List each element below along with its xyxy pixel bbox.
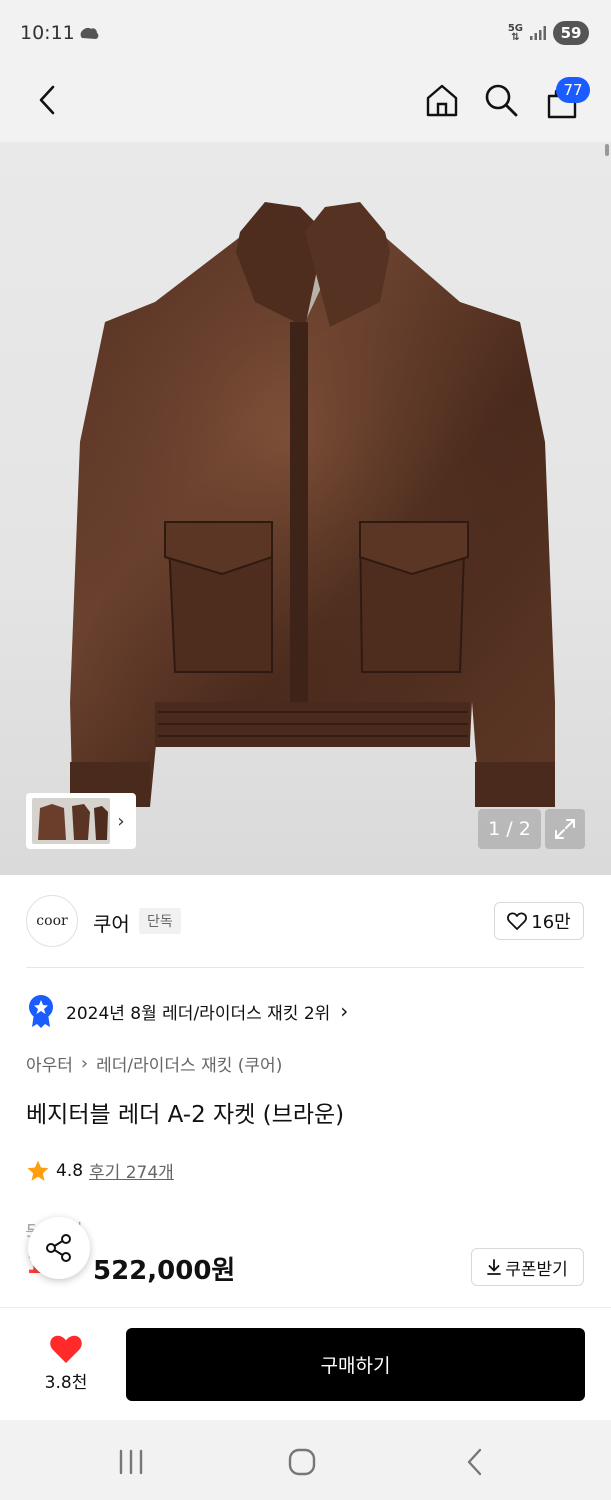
heart-outline-icon xyxy=(507,912,528,930)
ranking-link[interactable]: 2024년 8월 레더/라이더스 재킷 2위 › xyxy=(26,994,348,1028)
home-button[interactable] xyxy=(422,80,462,120)
chevron-right-icon: › xyxy=(340,999,349,1023)
product-title: 베지터블 레더 A-2 자켓 (브라운) xyxy=(26,1102,345,1128)
exclusive-badge: 단독 xyxy=(139,908,181,934)
product-image[interactable] xyxy=(0,142,611,875)
heart-filled-icon xyxy=(50,1335,82,1363)
status-bar: 10:11 5G ⇅ 59 xyxy=(0,0,611,70)
status-time: 10:11 xyxy=(20,22,75,44)
sale-price: 522,000원 xyxy=(93,1256,236,1286)
buy-button[interactable]: 구매하기 xyxy=(126,1328,585,1401)
signal-icon xyxy=(530,26,546,40)
search-icon xyxy=(485,84,518,117)
download-icon xyxy=(487,1259,502,1275)
system-home-button[interactable] xyxy=(282,1442,322,1482)
data-arrows-icon: ⇅ xyxy=(511,32,520,43)
recents-icon xyxy=(119,1449,143,1475)
chevron-right-icon[interactable]: › xyxy=(110,801,132,841)
thumbnail-image[interactable] xyxy=(32,798,110,844)
ranking-badge-icon xyxy=(29,995,53,1028)
wishlist-button[interactable]: 3.8천 xyxy=(30,1327,102,1399)
search-button[interactable] xyxy=(481,80,521,120)
system-back-button[interactable] xyxy=(455,1442,495,1482)
coupon-label: 쿠폰받기 xyxy=(505,1259,568,1280)
share-icon xyxy=(46,1234,71,1262)
divider xyxy=(26,967,584,968)
jacket-thumbnails xyxy=(38,804,108,840)
home-circle-icon xyxy=(288,1448,316,1476)
rating-row: 4.8 후기 274개 xyxy=(26,1158,174,1183)
review-link[interactable]: 후기 274개 xyxy=(89,1158,174,1183)
sync-icon xyxy=(80,27,99,39)
recents-button[interactable] xyxy=(113,1442,149,1482)
brand-like-button[interactable]: 16만 xyxy=(494,902,584,940)
brand-logo[interactable]: coor xyxy=(26,895,78,947)
expand-button[interactable] xyxy=(545,809,585,849)
share-button[interactable] xyxy=(28,1217,90,1279)
thumbnail-strip[interactable]: › xyxy=(26,793,136,849)
star-icon xyxy=(27,1160,49,1181)
brand-name[interactable]: 쿠어 xyxy=(93,908,130,937)
expand-icon xyxy=(555,819,575,839)
home-icon xyxy=(426,84,458,117)
status-indicators: 5G ⇅ 59 xyxy=(508,21,589,45)
scroll-indicator xyxy=(605,144,609,156)
cart-count-badge: 77 xyxy=(556,77,590,103)
chevron-left-icon xyxy=(39,85,55,115)
breadcrumb-subcategory[interactable]: 레더/라이더스 재킷 (쿠어) xyxy=(96,1051,282,1076)
coupon-button[interactable]: 쿠폰받기 xyxy=(471,1248,584,1286)
ranking-text: 2024년 8월 레더/라이더스 재킷 2위 xyxy=(66,1003,331,1024)
image-page-counter: 1 / 2 xyxy=(478,809,541,849)
back-button[interactable] xyxy=(28,80,68,120)
breadcrumb: 아우터 › 레더/라이더스 재킷 (쿠어) xyxy=(26,1051,282,1076)
rating-value: 4.8 xyxy=(56,1160,84,1181)
jacket-illustration xyxy=(70,202,555,807)
chevron-right-icon: › xyxy=(80,1053,89,1074)
wishlist-count: 3.8천 xyxy=(44,1372,88,1393)
brand-like-count: 16만 xyxy=(531,912,571,933)
network-icon: 5G ⇅ xyxy=(508,24,523,43)
battery-indicator: 59 xyxy=(553,21,589,45)
breadcrumb-category[interactable]: 아우터 xyxy=(26,1051,73,1076)
system-back-icon xyxy=(467,1448,482,1476)
